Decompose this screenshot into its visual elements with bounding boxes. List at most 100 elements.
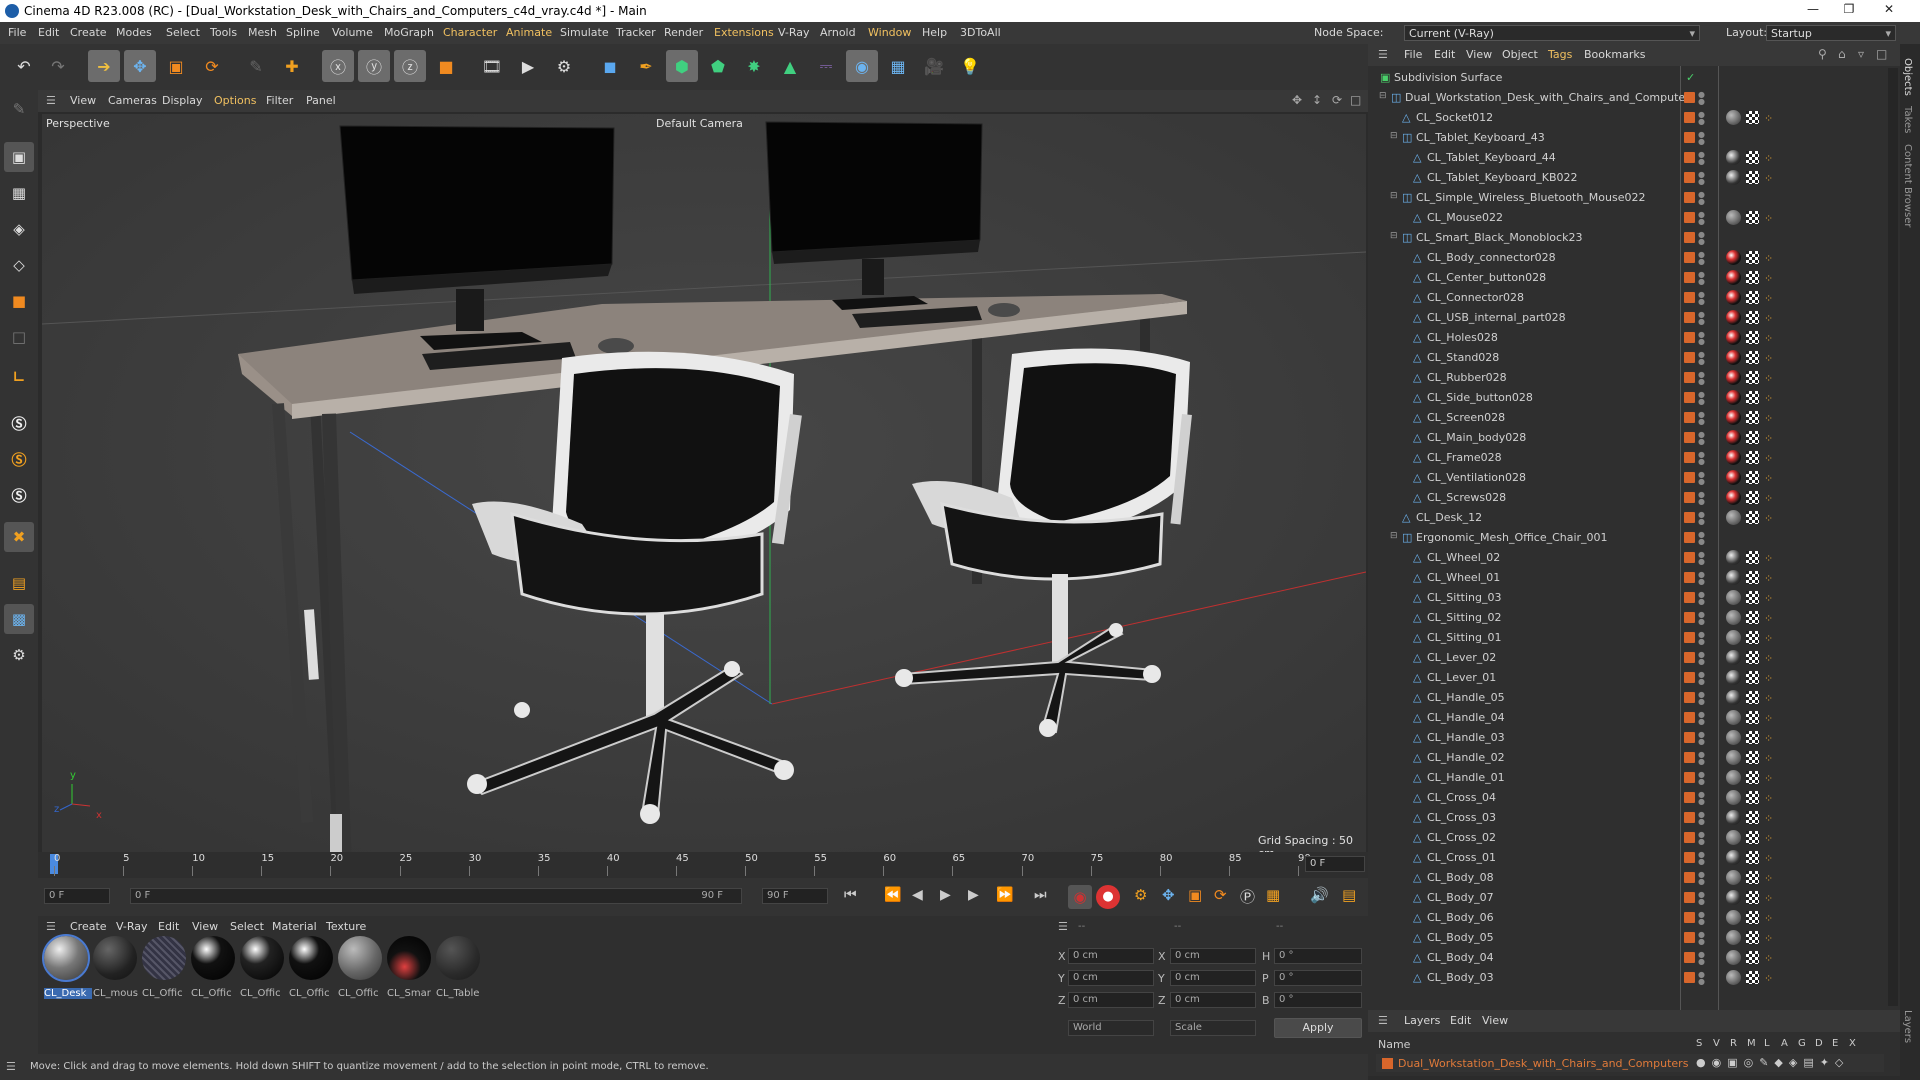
menu-create[interactable]: Create — [70, 26, 107, 39]
object-name[interactable]: CL_Body_08 — [1427, 871, 1494, 884]
layer-color-swatch[interactable] — [1684, 852, 1695, 863]
menu-render[interactable]: Render — [664, 26, 703, 39]
uvw-tag-icon[interactable] — [1746, 891, 1759, 904]
viewport-menu-view[interactable]: View — [70, 94, 96, 107]
object-row[interactable]: △ CL_Desk_12 ● ● ⁘ — [1368, 508, 1898, 528]
layer-flag-header[interactable]: R — [1730, 1038, 1737, 1049]
x-axis-icon[interactable]: ⓧ — [322, 50, 354, 82]
material-tag-icon[interactable] — [1726, 910, 1741, 925]
object-name[interactable]: Subdivision Surface — [1394, 71, 1502, 84]
material-thumbnail[interactable] — [289, 936, 333, 980]
object-name[interactable]: Ergonomic_Mesh_Office_Chair_001 — [1416, 531, 1608, 544]
visibility-dots-icon[interactable]: ● ● — [1698, 271, 1705, 286]
key-param-icon[interactable]: Ⓟ — [1240, 886, 1255, 907]
texture-mode-icon[interactable]: ▦ — [4, 178, 34, 208]
object-row[interactable]: △ CL_Stand028 ● ● ⁘ — [1368, 348, 1898, 368]
object-name[interactable]: CL_Handle_03 — [1427, 731, 1505, 744]
rotation-p-field[interactable]: 0 ° — [1274, 970, 1362, 986]
object-row[interactable]: △ CL_Tablet_Keyboard_44 ● ● ⁘ — [1368, 148, 1898, 168]
zoom-view-icon[interactable]: ↕ — [1312, 93, 1322, 107]
timeline-ruler[interactable]: 051015202530354045505560657075808590 0 F — [38, 852, 1368, 878]
layer-color-swatch[interactable] — [1684, 572, 1695, 583]
vray-tag-icon[interactable]: ⁘ — [1764, 272, 1773, 285]
vray-tag-icon[interactable]: ⁘ — [1764, 652, 1773, 665]
object-row[interactable]: △ CL_Screen028 ● ● ⁘ — [1368, 408, 1898, 428]
layer-color-swatch[interactable] — [1684, 912, 1695, 923]
visibility-dots-icon[interactable]: ● ● — [1698, 671, 1705, 686]
object-name[interactable]: CL_Wheel_02 — [1427, 551, 1500, 564]
layer-flag-header[interactable]: V — [1713, 1038, 1720, 1049]
tab-takes[interactable]: Takes — [1902, 106, 1913, 133]
vray-tag-icon[interactable]: ⁘ — [1764, 472, 1773, 485]
material-thumbnail[interactable] — [387, 936, 431, 980]
material-tag-icon[interactable] — [1726, 610, 1741, 625]
layer-color-swatch[interactable] — [1684, 312, 1695, 323]
object-name[interactable]: CL_Body_07 — [1427, 891, 1494, 904]
layer-color-swatch[interactable] — [1684, 492, 1695, 503]
object-name[interactable]: CL_Socket012 — [1416, 111, 1493, 124]
material-tag-icon[interactable] — [1726, 890, 1741, 905]
uvw-tag-icon[interactable] — [1746, 631, 1759, 644]
material-thumbnail[interactable] — [42, 934, 90, 982]
om-menu-edit[interactable]: Edit — [1434, 48, 1455, 61]
material-tag-icon[interactable] — [1726, 250, 1741, 265]
object-name[interactable]: CL_Mouse022 — [1427, 211, 1503, 224]
mat-menu-texture[interactable]: Texture — [326, 920, 366, 933]
vray-tag-icon[interactable]: ⁘ — [1764, 952, 1773, 965]
expand-toggle-icon[interactable]: ⊟ — [1390, 231, 1398, 241]
layer-color-swatch[interactable] — [1684, 92, 1695, 103]
key-pla-icon[interactable]: ▦ — [1266, 886, 1280, 904]
light-icon[interactable]: 💡 — [954, 50, 986, 82]
object-row[interactable]: ⊟ ◫ CL_Smart_Black_Monoblock23 ● ● — [1368, 228, 1898, 248]
object-row[interactable]: △ CL_Handle_02 ● ● ⁘ — [1368, 748, 1898, 768]
object-row[interactable]: ▣ Subdivision Surface ✓ — [1368, 68, 1898, 88]
filter-icon[interactable]: ▿ — [1858, 47, 1864, 61]
uvw-tag-icon[interactable] — [1746, 571, 1759, 584]
vray-tag-icon[interactable]: ⁘ — [1764, 972, 1773, 985]
layer-color-swatch[interactable] — [1684, 892, 1695, 903]
object-row[interactable]: △ CL_Cross_04 ● ● ⁘ — [1368, 788, 1898, 808]
max-frame-field[interactable]: 90 F — [762, 888, 828, 904]
visibility-dots-icon[interactable]: ● ● — [1698, 851, 1705, 866]
material-tag-icon[interactable] — [1726, 210, 1741, 225]
layer-color-swatch[interactable] — [1684, 232, 1695, 243]
uvw-tag-icon[interactable] — [1746, 971, 1759, 984]
vray-tag-icon[interactable]: ⁘ — [1764, 612, 1773, 625]
material-thumbnail[interactable] — [436, 936, 480, 980]
visibility-dots-icon[interactable]: ● ● — [1698, 411, 1705, 426]
object-row[interactable]: △ CL_Wheel_02 ● ● ⁘ — [1368, 548, 1898, 568]
uvw-tag-icon[interactable] — [1746, 111, 1759, 124]
material-tag-icon[interactable] — [1726, 570, 1741, 585]
object-row[interactable]: △ CL_Ventilation028 ● ● ⁘ — [1368, 468, 1898, 488]
undo-icon[interactable]: ↶ — [8, 50, 40, 82]
visibility-dots-icon[interactable]: ● ● — [1698, 571, 1705, 586]
snap-icon[interactable]: Ⓢ — [4, 408, 34, 438]
material-tag-icon[interactable] — [1726, 430, 1741, 445]
next-key-icon[interactable]: ⏩ — [996, 887, 1013, 903]
viewport-menu-panel[interactable]: Panel — [306, 94, 336, 107]
layer-color-swatch[interactable] — [1684, 392, 1695, 403]
layer-flag-icons[interactable]: ●◉▣◎✎◆◈▤✦◇ — [1696, 1056, 1849, 1069]
object-row[interactable]: △ CL_Wheel_01 ● ● ⁘ — [1368, 568, 1898, 588]
floor-icon[interactable]: ▦ — [882, 50, 914, 82]
visibility-dots-icon[interactable]: ● ● — [1698, 191, 1705, 206]
layer-color-swatch[interactable] — [1684, 472, 1695, 483]
object-name[interactable]: CL_Body_03 — [1427, 971, 1494, 984]
apply-button[interactable]: Apply — [1274, 1018, 1362, 1038]
points-mode-icon[interactable]: ◈ — [4, 214, 34, 244]
vray-tag-icon[interactable]: ⁘ — [1764, 552, 1773, 565]
object-row[interactable]: △ CL_Center_button028 ● ● ⁘ — [1368, 268, 1898, 288]
close-icon[interactable]: ✕ — [1874, 2, 1904, 20]
layer-color-swatch[interactable] — [1684, 412, 1695, 423]
visibility-dots-icon[interactable]: ● ● — [1698, 231, 1705, 246]
uvw-tag-icon[interactable] — [1746, 611, 1759, 624]
layer-color-swatch[interactable] — [1684, 212, 1695, 223]
vray-tag-icon[interactable]: ⁘ — [1764, 372, 1773, 385]
material-label[interactable]: CL_Offic — [240, 988, 288, 999]
uvw-tag-icon[interactable] — [1746, 311, 1759, 324]
object-row[interactable]: ⊟ ◫ Ergonomic_Mesh_Office_Chair_001 ● ● — [1368, 528, 1898, 548]
array-icon[interactable]: ⬟ — [702, 50, 734, 82]
layer-color-swatch[interactable] — [1684, 292, 1695, 303]
object-name[interactable]: CL_Wheel_01 — [1427, 571, 1500, 584]
redo-icon[interactable]: ↷ — [42, 50, 74, 82]
